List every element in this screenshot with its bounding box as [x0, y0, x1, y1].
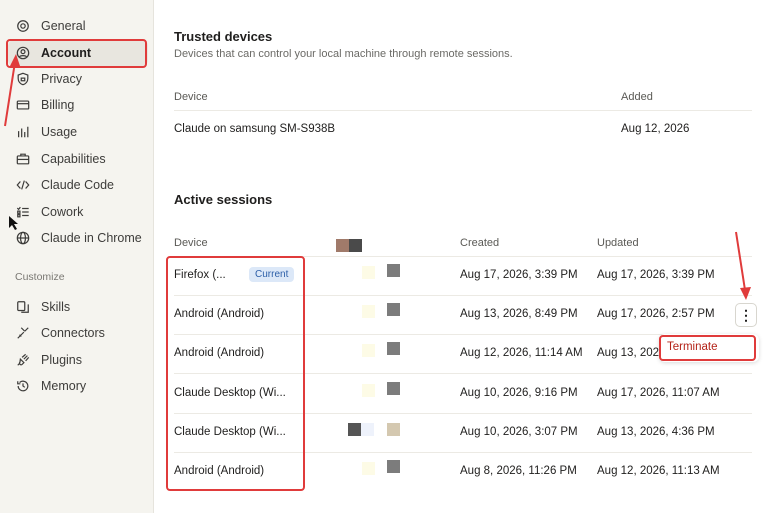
mouse-cursor-icon [9, 216, 18, 230]
annotation-arrows [4, 54, 751, 300]
